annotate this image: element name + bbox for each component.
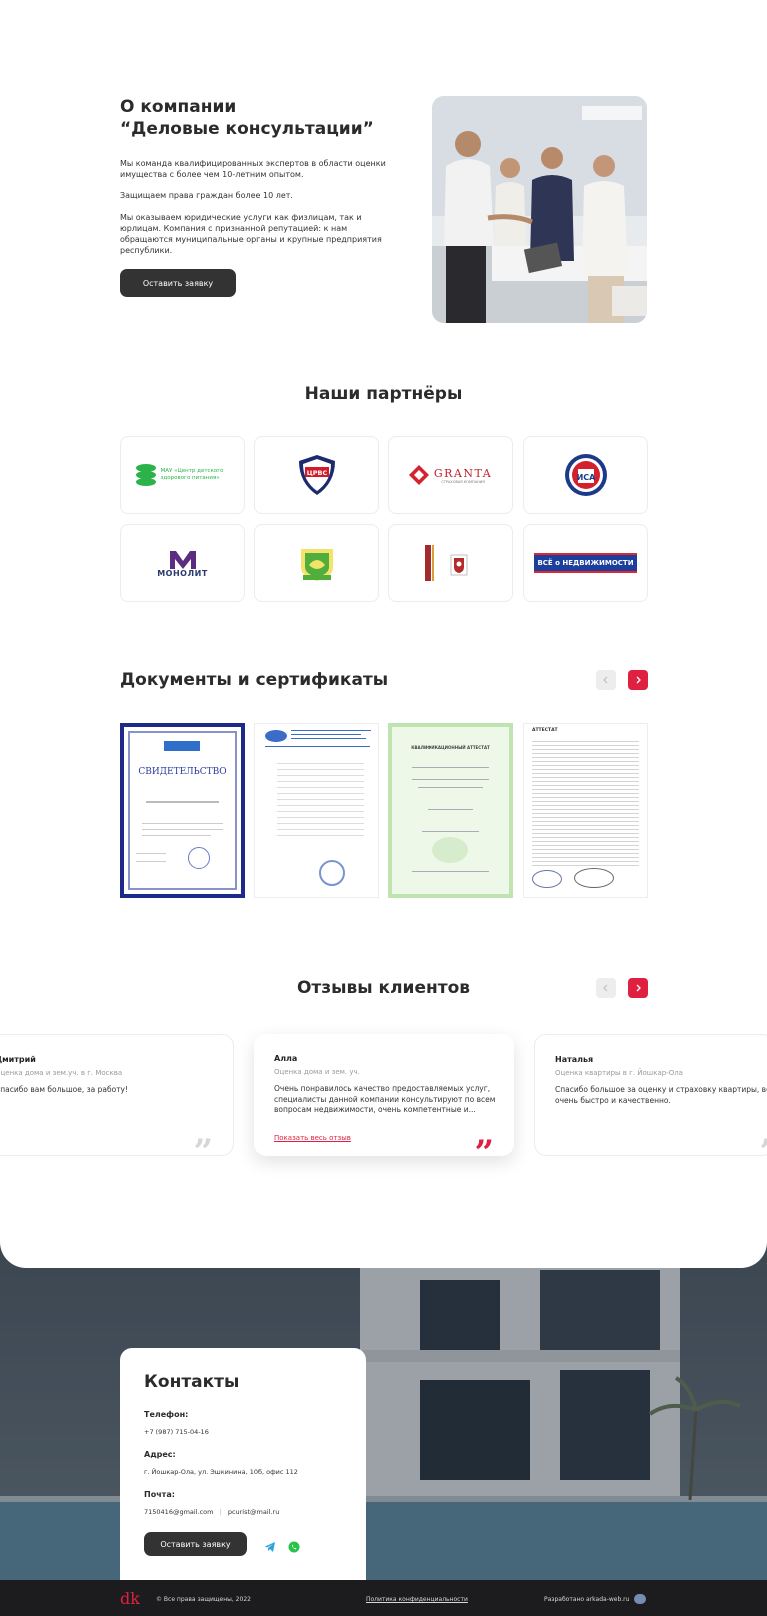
isa-logo-text: ИСА	[576, 473, 596, 482]
about-paragraph-2: Защищаем права граждан более 10 лет.	[120, 191, 293, 200]
about-paragraph-3: Мы оказываем юридические услуги как физл…	[120, 213, 382, 255]
show-full-review-link[interactable]: Показать весь отзыв	[274, 1134, 351, 1142]
contacts-title: Контакты	[144, 1372, 240, 1392]
email-link-1[interactable]: 7150416@gmail.com	[144, 1508, 213, 1516]
review-card[interactable]: Наталья Оценка квартиры в г. Йошкар-Ола …	[534, 1034, 767, 1169]
certificate-1-heading: СВИДЕТЕЛЬСТВО	[138, 767, 227, 777]
whatsapp-icon[interactable]	[288, 1538, 300, 1553]
crvs-logo-text: ЦРВС	[306, 469, 327, 477]
mau-logo-text: МАУ «Центр детского здорового питания»	[160, 468, 224, 481]
partners-title: Наши партнёры	[304, 384, 463, 404]
reviews-prev-button[interactable]	[596, 978, 616, 998]
phone-link[interactable]: +7 (987) 715-04-16	[144, 1428, 209, 1436]
footer-logo[interactable]: dk	[120, 1589, 140, 1608]
certificate-4-heading: АТТЕСТАТ	[532, 728, 558, 733]
certificate-3[interactable]: КВАЛИФИКАЦИОННЫЙ АТТЕСТАТ	[388, 723, 513, 898]
email-label: Почта:	[144, 1490, 175, 1499]
about-title-line1: О компании	[120, 97, 237, 117]
documents-next-button[interactable]	[628, 670, 648, 690]
phone-label: Телефон:	[144, 1410, 189, 1419]
partner-granta[interactable]: GRANTA СТРАХОВАЯ КОМПАНИЯ	[388, 436, 513, 514]
review-service: Оценка квартиры в г. Йошкар-Ола	[555, 1069, 683, 1077]
monolit-m-icon	[169, 550, 196, 569]
partner-isa[interactable]: ИСА	[523, 436, 648, 514]
certificate-4[interactable]: АТТЕСТАТ	[523, 723, 648, 898]
granta-logo-text: GRANTA	[433, 466, 493, 480]
granta-diamond-icon	[408, 465, 429, 485]
contacts-card: Контакты Телефон: +7 (987) 715-04-16 Адр…	[120, 1348, 366, 1584]
telegram-icon[interactable]	[264, 1538, 276, 1552]
review-card[interactable]: Дмитрий Оценка дома и зем.уч. в г. Москв…	[0, 1034, 234, 1169]
review-service: Оценка дома и зем.уч. в г. Москва	[0, 1069, 123, 1077]
partner-crvs[interactable]: ЦРВС	[254, 436, 379, 514]
review-service: Оценка дома и зем. уч.	[274, 1068, 360, 1076]
chevron-left-icon	[603, 676, 608, 684]
partner-mau[interactable]: МАУ «Центр детского здорового питания»	[120, 436, 245, 514]
review-card-active[interactable]: Алла Оценка дома и зем. уч. Очень понрав…	[254, 1034, 514, 1170]
footer-copyright: © Все права защищены, 2022	[156, 1596, 251, 1603]
documents-title: Документы и сертификаты	[120, 670, 389, 690]
chevron-right-icon	[636, 984, 641, 992]
address-label: Адрес:	[144, 1450, 176, 1459]
review-author: Дмитрий	[0, 1055, 36, 1064]
chevron-left-icon	[603, 984, 608, 992]
reviews-next-button[interactable]	[628, 978, 648, 998]
certificate-1[interactable]: СВИДЕТЕЛЬСТВО	[120, 723, 245, 898]
review-text: Спасибо большое за оценку и страховку кв…	[555, 1085, 767, 1105]
developer-logo-icon	[634, 1594, 646, 1604]
quote-icon: ”	[759, 1135, 767, 1169]
review-author: Наталья	[555, 1055, 594, 1064]
partner-mariel[interactable]	[388, 524, 513, 602]
mari-el-flag-icon	[424, 545, 467, 581]
email-divider: |	[219, 1508, 222, 1516]
quote-icon: ”	[193, 1132, 213, 1172]
partner-vse-o-nedvizhimosti[interactable]: ВСЁ о НЕДВИЖИМОСТИ	[523, 524, 648, 602]
partner-emblem[interactable]	[254, 524, 379, 602]
developer-link[interactable]: Разработано arkada-web.ru	[544, 1596, 629, 1603]
isa-badge-icon: ИСА	[564, 454, 607, 496]
review-text: Очень понравилось качество предоставляем…	[274, 1084, 496, 1114]
reviews-title: Отзывы клиентов	[296, 978, 471, 998]
content-sheet: О компании “Деловые консультации” Мы ком…	[0, 0, 767, 1268]
about-team-photo	[432, 96, 647, 323]
monolit-logo-text: МОНОЛИТ	[157, 568, 208, 578]
footer: dk © Все права защищены, 2022 Политика к…	[0, 1580, 767, 1616]
certificate-3-heading: КВАЛИФИКАЦИОННЫЙ АТТЕСТАТ	[411, 745, 490, 750]
chevron-right-icon	[636, 676, 641, 684]
about-paragraph-1: Мы команда квалифицированных экспертов в…	[120, 159, 386, 179]
green-emblem-icon	[300, 549, 333, 581]
vse-logo-text: ВСЁ о НЕДВИЖИМОСТИ	[534, 553, 637, 573]
documents-prev-button[interactable]	[596, 670, 616, 690]
address-value: г. Йошкар-Ола, ул. Эшкинина, 10б, офис 1…	[144, 1468, 298, 1476]
granta-logo-subtext: СТРАХОВАЯ КОМПАНИЯ	[441, 479, 485, 484]
review-author: Алла	[274, 1054, 298, 1063]
email-link-2[interactable]: pcurist@mail.ru	[228, 1508, 280, 1516]
quote-icon: ”	[474, 1133, 494, 1173]
about-title-line2: “Деловые консультации”	[120, 119, 374, 139]
review-text: Спасибо вам большое, за работу!	[0, 1085, 129, 1094]
mau-logo-icon	[135, 464, 156, 486]
about-request-button[interactable]: Оставить заявку	[120, 269, 236, 297]
about-title: О компании “Деловые консультации”	[120, 96, 374, 140]
privacy-policy-link[interactable]: Политика конфиденциальности	[366, 1596, 468, 1603]
contacts-request-button[interactable]: Оставить заявку	[144, 1532, 247, 1556]
crvs-shield-icon: ЦРВС	[298, 455, 335, 495]
certificate-2[interactable]	[254, 723, 379, 898]
partner-monolit[interactable]: МОНОЛИТ	[120, 524, 245, 602]
